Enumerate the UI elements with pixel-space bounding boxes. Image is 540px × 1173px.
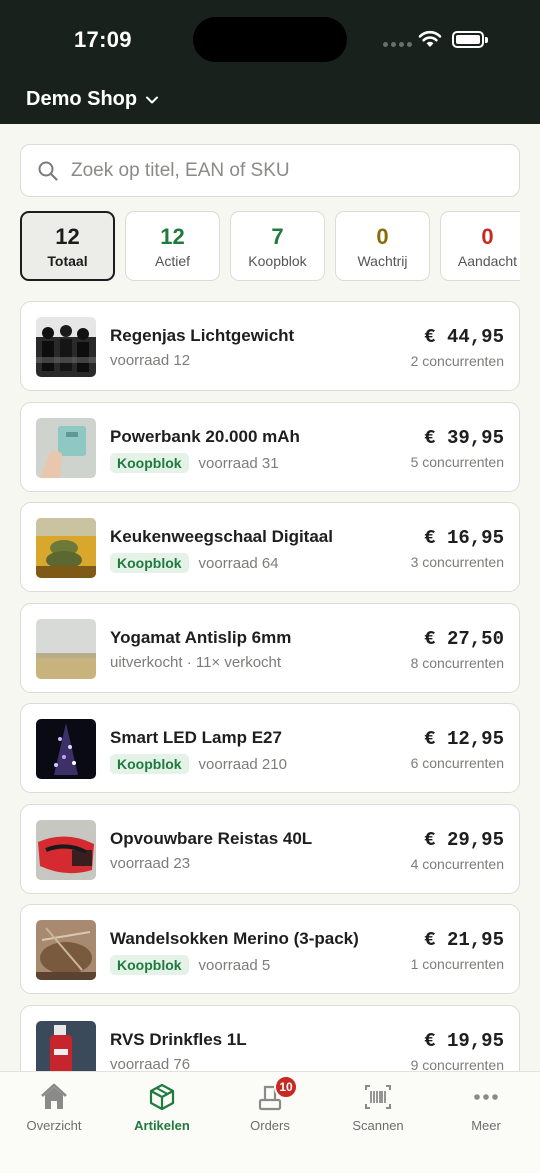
tab-orders[interactable]: 10 Orders bbox=[216, 1072, 324, 1173]
filter-wachtrij[interactable]: 0 Wachtrij bbox=[335, 211, 430, 281]
tab-meer[interactable]: Meer bbox=[432, 1072, 540, 1173]
home-icon bbox=[41, 1083, 67, 1109]
competitor-count: 9 concurrenten bbox=[410, 1057, 504, 1071]
tab-label: Overzicht bbox=[26, 1118, 82, 1133]
competitor-count: 2 concurrenten bbox=[410, 353, 504, 369]
competitor-count: 4 concurrenten bbox=[410, 856, 504, 872]
battery-icon bbox=[452, 31, 488, 48]
product-card[interactable]: Wandelsokken Merino (3-pack) Koopblok voo… bbox=[20, 904, 520, 994]
wifi-icon bbox=[418, 30, 442, 47]
search-bar[interactable] bbox=[20, 144, 520, 197]
tab-label: Orders bbox=[250, 1118, 290, 1133]
product-price: € 29,95 bbox=[424, 829, 504, 851]
product-card[interactable]: Yogamat Antislip 6mm uitverkocht · 11× v… bbox=[20, 603, 520, 693]
product-card[interactable]: Opvouwbare Reistas 40L voorraad 23 € 29,… bbox=[20, 804, 520, 894]
koopblok-badge: Koopblok bbox=[110, 453, 189, 473]
bottom-tab-bar: Overzicht Artikelen 10 Orders Scannen Me… bbox=[0, 1071, 540, 1173]
product-list: Regenjas Lichtgewicht voorraad 12 € 44,9… bbox=[20, 301, 520, 1071]
product-price: € 19,95 bbox=[424, 1030, 504, 1052]
status-filter-row: 12 Totaal 12 Actief 7 Koopblok 0 Wachtri… bbox=[20, 211, 520, 282]
stock-text: voorraad 5 bbox=[198, 956, 271, 974]
stock-text: voorraad 64 bbox=[198, 554, 279, 572]
stock-text: voorraad 210 bbox=[198, 755, 287, 773]
koopblok-badge: Koopblok bbox=[110, 553, 189, 573]
competitor-count: 3 concurrenten bbox=[410, 554, 504, 570]
product-price: € 21,95 bbox=[424, 929, 504, 951]
stat-label: Aandacht bbox=[457, 252, 518, 269]
stat-label: Koopblok bbox=[248, 252, 307, 269]
competitor-count: 5 concurrenten bbox=[410, 454, 504, 470]
product-card[interactable]: Keukenweegschaal Digitaal Koopblok voorra… bbox=[20, 502, 520, 592]
chevron-down-icon bbox=[146, 96, 159, 103]
product-price: € 16,95 bbox=[424, 527, 504, 549]
stat-value: 12 bbox=[55, 223, 80, 249]
stat-label: Totaal bbox=[47, 252, 88, 269]
product-image bbox=[36, 619, 96, 679]
stat-label: Wachtrij bbox=[357, 252, 408, 269]
stock-text: voorraad 31 bbox=[198, 454, 279, 472]
signal-icon bbox=[383, 42, 412, 47]
filter-totaal[interactable]: 12 Totaal bbox=[20, 211, 115, 281]
stat-value: 7 bbox=[271, 223, 284, 249]
stock-text: voorraad 76 bbox=[110, 1056, 191, 1071]
product-card[interactable]: Powerbank 20.000 mAh Koopblok voorraad 31… bbox=[20, 402, 520, 492]
product-image bbox=[36, 418, 96, 478]
tab-label: Artikelen bbox=[134, 1118, 190, 1133]
tab-scannen[interactable]: Scannen bbox=[324, 1072, 432, 1173]
tab-overzicht[interactable]: Overzicht bbox=[0, 1072, 108, 1173]
product-title: Opvouwbare Reistas 40L bbox=[110, 829, 313, 848]
product-card[interactable]: RVS Drinkfles 1L voorraad 76 € 19,95 9 c… bbox=[20, 1005, 520, 1071]
product-card[interactable]: Regenjas Lichtgewicht voorraad 12 € 44,9… bbox=[20, 301, 520, 391]
product-image bbox=[36, 719, 96, 779]
more-icon bbox=[474, 1094, 498, 1100]
competitor-count: 6 concurrenten bbox=[410, 755, 504, 771]
barcode-icon bbox=[365, 1085, 391, 1109]
product-title: Powerbank 20.000 mAh bbox=[110, 427, 300, 446]
product-title: Yogamat Antislip 6mm bbox=[110, 628, 292, 647]
product-image bbox=[36, 1021, 96, 1071]
product-price: € 12,95 bbox=[424, 728, 504, 750]
product-card[interactable]: Smart LED Lamp E27 Koopblok voorraad 210 … bbox=[20, 703, 520, 793]
product-title: Smart LED Lamp E27 bbox=[110, 728, 282, 747]
filter-actief[interactable]: 12 Actief bbox=[125, 211, 220, 281]
orders-count-badge: 10 bbox=[274, 1075, 298, 1099]
filter-koopblok[interactable]: 7 Koopblok bbox=[230, 211, 325, 281]
app-header: 17:09 Demo Shop bbox=[0, 0, 540, 124]
product-price: € 39,95 bbox=[424, 427, 504, 449]
stock-text: uitverkocht · 11× verkocht bbox=[110, 654, 282, 671]
product-image bbox=[36, 317, 96, 377]
search-input[interactable] bbox=[71, 159, 491, 182]
product-title: Wandelsokken Merino (3-pack) bbox=[110, 929, 359, 948]
shop-name: Demo Shop bbox=[26, 88, 138, 110]
product-image bbox=[36, 518, 96, 578]
search-icon bbox=[38, 161, 58, 181]
filter-aandacht[interactable]: 0 Aandacht bbox=[440, 211, 520, 281]
product-title: RVS Drinkfles 1L bbox=[110, 1030, 247, 1049]
stat-value: 0 bbox=[481, 223, 494, 249]
dynamic-island bbox=[193, 17, 347, 62]
shop-switcher[interactable]: Demo Shop bbox=[26, 88, 159, 111]
product-image bbox=[36, 820, 96, 880]
product-image bbox=[36, 920, 96, 980]
competitor-count: 8 concurrenten bbox=[410, 655, 504, 671]
competitor-count: 1 concurrenten bbox=[410, 956, 504, 972]
stock-text: voorraad 23 bbox=[110, 855, 191, 872]
tab-label: Meer bbox=[471, 1118, 501, 1133]
product-title: Keukenweegschaal Digitaal bbox=[110, 527, 333, 546]
tab-artikelen[interactable]: Artikelen bbox=[108, 1072, 216, 1173]
stat-value: 12 bbox=[160, 223, 185, 249]
product-title: Regenjas Lichtgewicht bbox=[110, 326, 295, 345]
status-time: 17:09 bbox=[74, 27, 132, 52]
stat-label: Actief bbox=[154, 252, 190, 269]
koopblok-badge: Koopblok bbox=[110, 754, 189, 774]
product-price: € 44,95 bbox=[424, 326, 504, 348]
stock-text: voorraad 12 bbox=[110, 352, 191, 369]
stat-value: 0 bbox=[376, 223, 389, 249]
box-icon bbox=[149, 1083, 175, 1111]
product-price: € 27,50 bbox=[424, 628, 504, 650]
tab-label: Scannen bbox=[352, 1118, 404, 1133]
koopblok-badge: Koopblok bbox=[110, 955, 189, 975]
